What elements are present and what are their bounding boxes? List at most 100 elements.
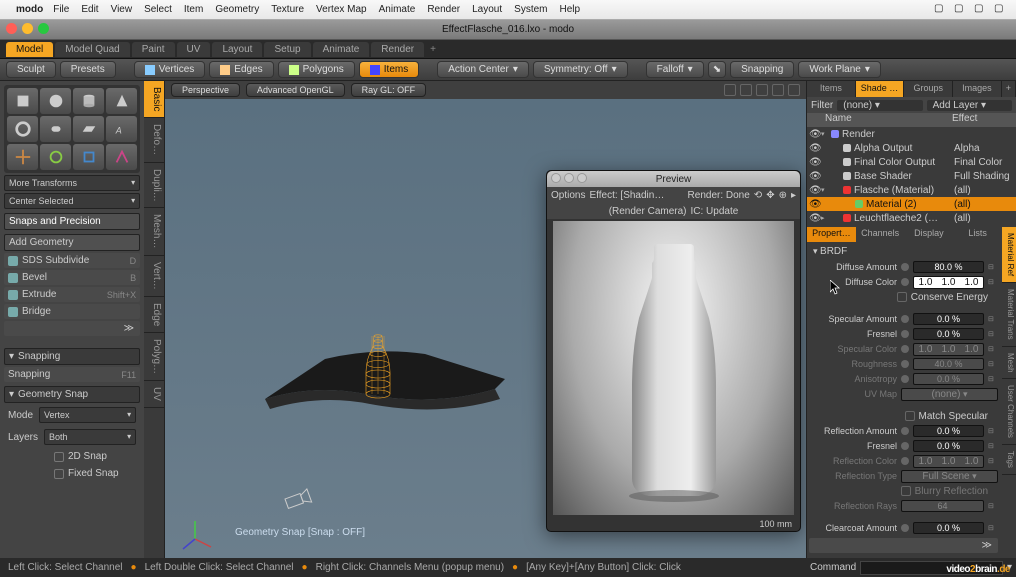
side-tab-basic[interactable]: Basic — [144, 81, 164, 118]
maximize-icon[interactable] — [577, 173, 587, 183]
cylinder-icon[interactable] — [73, 88, 104, 114]
specular-color-field[interactable]: 1.01.01.0 — [913, 343, 984, 356]
menu-layout[interactable]: Layout — [472, 4, 502, 15]
pan-icon[interactable] — [740, 84, 752, 96]
workplane-dropdown[interactable]: Work Plane ▾ — [798, 61, 881, 78]
app-name[interactable]: modo — [16, 4, 43, 15]
match-specular-checkbox[interactable] — [905, 411, 915, 421]
menu-help[interactable]: Help — [560, 4, 581, 15]
presets-button[interactable]: Presets — [60, 61, 116, 78]
close-icon[interactable] — [551, 173, 561, 183]
bridge-tool[interactable]: Bridge — [4, 304, 140, 319]
clearcoat-field[interactable]: 0.0 % — [913, 522, 984, 534]
extrude-tool[interactable]: ExtrudeShift+X — [4, 287, 140, 302]
edges-mode[interactable]: Edges — [209, 61, 273, 78]
more-props-button[interactable]: ≫ — [809, 538, 998, 553]
raygl-button[interactable]: Ray GL: OFF — [351, 83, 427, 97]
viewport-more-icon[interactable] — [788, 84, 800, 96]
tree-row[interactable]: 👁Alpha OutputAlpha — [807, 141, 1016, 155]
render-camera-button[interactable]: (Render Camera) — [609, 206, 687, 217]
ic-update-button[interactable]: IC: Update — [691, 206, 739, 217]
tree-row-material[interactable]: 👁Material (2)(all) — [807, 197, 1016, 211]
roughness-field[interactable]: 40.0 % — [913, 358, 984, 370]
preview-titlebar[interactable]: Preview — [547, 171, 800, 187]
reflection-type-dropdown[interactable]: Full Scene ▾ — [901, 470, 998, 483]
menu-item[interactable]: Item — [184, 4, 203, 15]
preview-options[interactable]: Options — [551, 190, 585, 201]
polygons-mode[interactable]: Polygons — [278, 61, 355, 78]
tab-paint[interactable]: Paint — [132, 42, 175, 57]
tab-render[interactable]: Render — [371, 42, 424, 57]
vertices-mode[interactable]: Vertices — [134, 61, 206, 78]
orbit-icon[interactable] — [724, 84, 736, 96]
tab-lists[interactable]: Lists — [953, 227, 1002, 242]
tab-model-quad[interactable]: Model Quad — [55, 42, 129, 57]
perspective-dropdown[interactable]: Perspective — [171, 83, 240, 97]
torus-icon[interactable] — [7, 116, 38, 142]
brdf-group[interactable]: ▾ BRDF — [809, 244, 998, 259]
side-tab-mesh[interactable]: Mesh… — [144, 208, 164, 255]
preview-nav-icon[interactable]: ⊕ — [779, 190, 787, 201]
2d-snap-checkbox[interactable] — [54, 452, 64, 462]
side-tab-vertex[interactable]: Vert… — [144, 256, 164, 297]
sphere-icon[interactable] — [40, 88, 71, 114]
tab-layout[interactable]: Layout — [212, 42, 262, 57]
move-icon[interactable] — [7, 144, 38, 170]
menu-view[interactable]: View — [111, 4, 133, 15]
tab-channels[interactable]: Channels — [856, 227, 905, 242]
tree-row[interactable]: 👁▸Leuchtflaeche2 (…(all) — [807, 211, 1016, 225]
tab-shadetree[interactable]: Shade … — [856, 81, 905, 97]
menu-texture[interactable]: Texture — [271, 4, 304, 15]
add-layer-dropdown[interactable]: Add Layer ▾ — [927, 100, 1012, 111]
scale-icon[interactable] — [73, 144, 104, 170]
tab-groups[interactable]: Groups — [904, 81, 953, 97]
add-tab-icon[interactable]: + — [430, 44, 436, 55]
capsule-icon[interactable] — [40, 116, 71, 142]
snaps-precision-header[interactable]: Snaps and Precision — [4, 213, 140, 230]
tree-row[interactable]: 👁▾Flasche (Material)(all) — [807, 183, 1016, 197]
command-menu-icon[interactable]: ▾ — [1007, 562, 1012, 573]
close-icon[interactable] — [6, 23, 17, 34]
side-tab-defo[interactable]: Defo… — [144, 118, 164, 162]
side-tab-tags[interactable]: Tags — [1002, 445, 1016, 475]
tab-properties[interactable]: Propert… — [807, 227, 856, 242]
specular-amount-field[interactable]: 0.0 % — [913, 313, 984, 325]
tab-animate[interactable]: Animate — [313, 42, 370, 57]
text-icon[interactable]: A — [106, 116, 137, 142]
cube-icon[interactable] — [7, 88, 38, 114]
reflection-rays-field[interactable]: 64 — [901, 500, 984, 512]
tree-row[interactable]: 👁Base ShaderFull Shading — [807, 169, 1016, 183]
tab-items[interactable]: Items — [807, 81, 856, 97]
center-selected-dropdown[interactable]: Center Selected — [4, 193, 140, 209]
side-tab-poly[interactable]: Polyg… — [144, 333, 164, 381]
side-tab-uv[interactable]: UV — [144, 381, 164, 408]
tab-display[interactable]: Display — [905, 227, 954, 242]
tab-uv[interactable]: UV — [177, 42, 211, 57]
tab-images[interactable]: Images — [953, 81, 1002, 97]
blurry-reflection-checkbox[interactable] — [901, 486, 911, 496]
diffuse-color-field[interactable]: 1.01.01.0 — [913, 276, 984, 289]
bevel-tool[interactable]: BevelB — [4, 270, 140, 285]
diffuse-amount-field[interactable]: 80.0 % — [913, 261, 984, 273]
minimize-icon[interactable] — [22, 23, 33, 34]
snap-layers-dropdown[interactable]: Both — [44, 429, 136, 445]
menu-file[interactable]: File — [53, 4, 69, 15]
minimize-icon[interactable] — [564, 173, 574, 183]
side-tab-mesh[interactable]: Mesh — [1002, 347, 1016, 380]
snap-mode-dropdown[interactable]: Vertex — [39, 407, 136, 423]
snapping-toggle[interactable]: SnappingF11 — [4, 367, 140, 382]
falloff-dropdown[interactable]: Falloff ▾ — [646, 61, 704, 78]
sculpt-button[interactable]: Sculpt — [6, 61, 56, 78]
items-mode[interactable]: Items — [359, 61, 419, 78]
command-input[interactable] — [860, 561, 1003, 575]
side-tab-dupli[interactable]: Dupli… — [144, 163, 164, 209]
sds-subdivide-tool[interactable]: SDS SubdivideD — [4, 253, 140, 268]
tab-setup[interactable]: Setup — [264, 42, 310, 57]
side-tab-edge[interactable]: Edge — [144, 297, 164, 333]
menu-geometry[interactable]: Geometry — [215, 4, 259, 15]
preview-nav-icon[interactable]: ⟲ — [754, 190, 762, 201]
menu-system[interactable]: System — [514, 4, 547, 15]
snapping-section[interactable]: ▾Snapping — [4, 348, 140, 365]
tree-row[interactable]: 👁Final Color OutputFinal Color — [807, 155, 1016, 169]
add-geometry-header[interactable]: Add Geometry — [4, 234, 140, 251]
